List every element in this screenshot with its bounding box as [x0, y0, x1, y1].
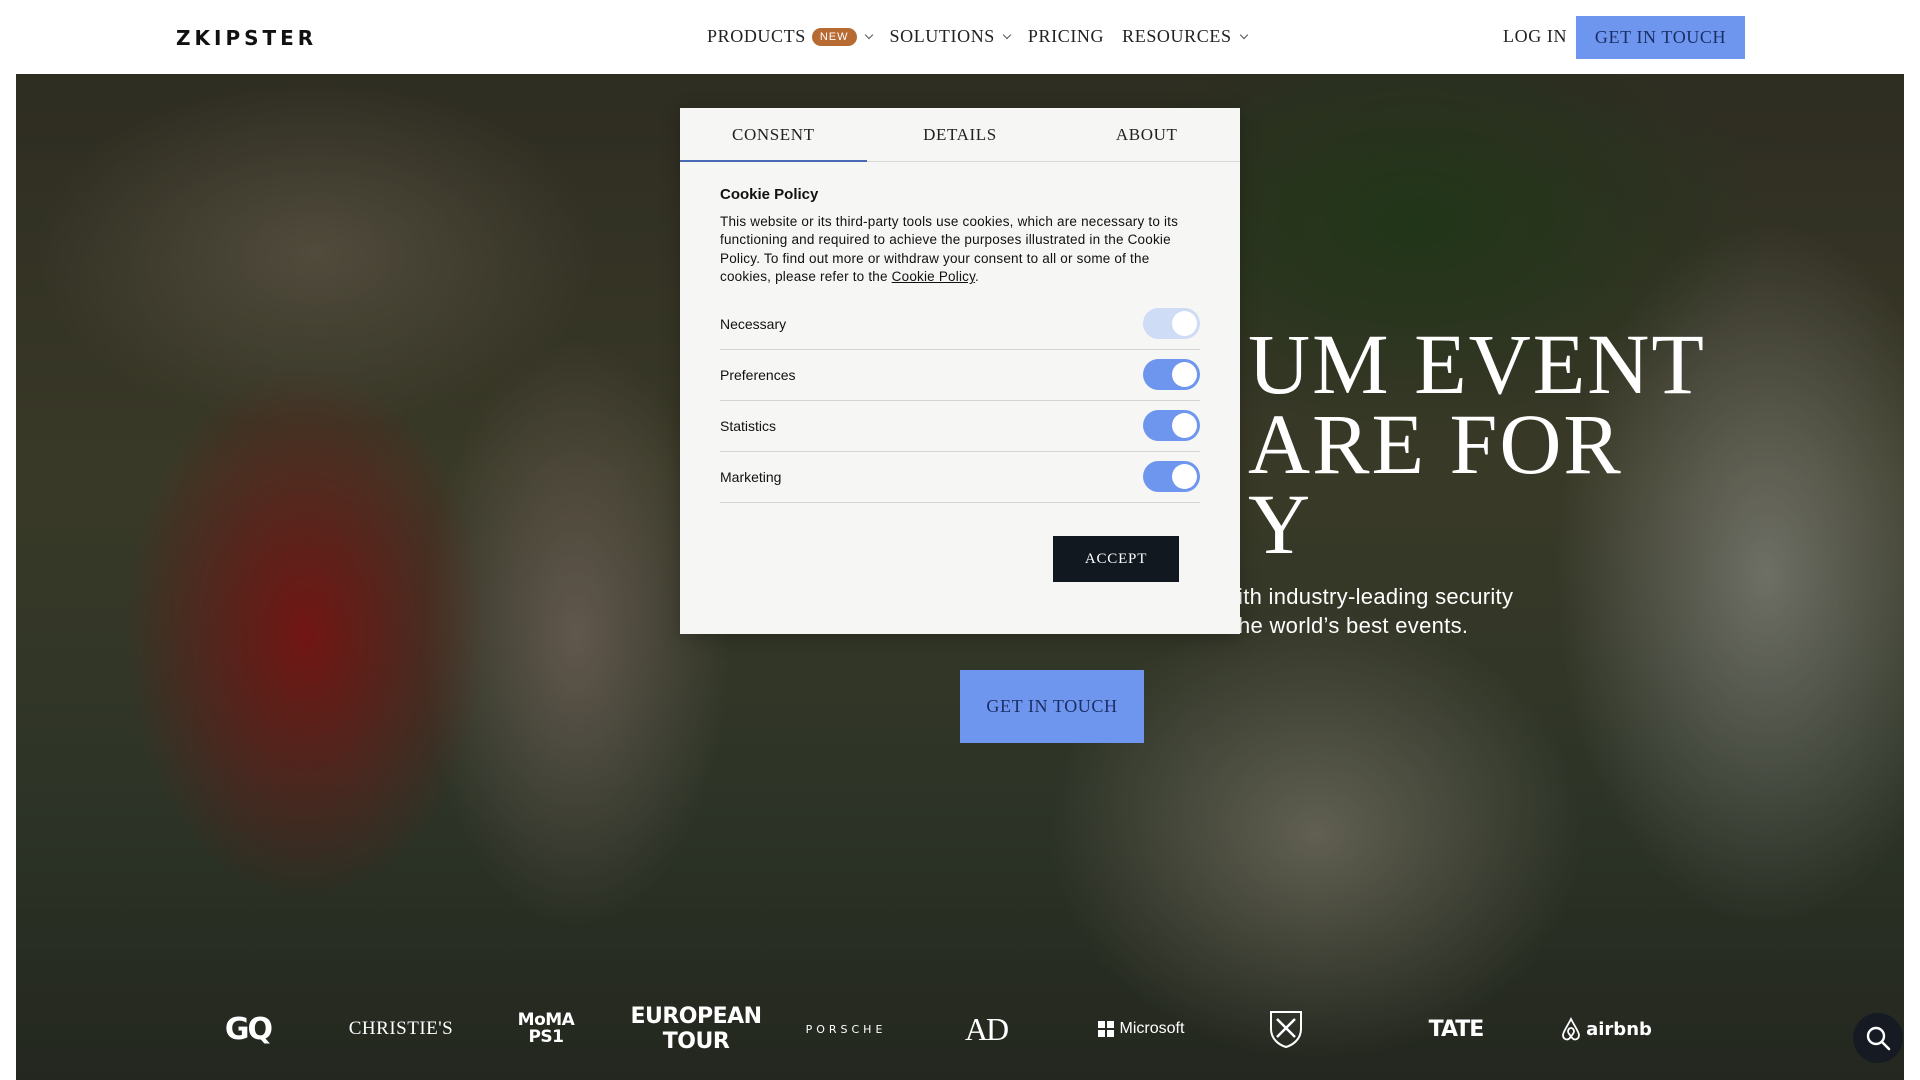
- nav-resources-label: RESOURCES: [1122, 26, 1232, 46]
- search-icon: [1866, 1026, 1891, 1051]
- headline-line: ARE FOR: [1248, 396, 1623, 492]
- christies-logo: CHRISTIE'S: [348, 1018, 454, 1039]
- toggle-label: Preferences: [720, 366, 796, 383]
- cookie-policy-end: .: [975, 269, 979, 285]
- dialog-body: Cookie Policy This website or its third-…: [680, 162, 1240, 503]
- toggle-label: Statistics: [720, 417, 777, 434]
- header-get-in-touch-button[interactable]: GET IN TOUCH: [1576, 16, 1745, 59]
- nav-pricing-label: PRICING: [1027, 26, 1105, 46]
- crest-icon: [1270, 1011, 1302, 1049]
- tab-about[interactable]: ABOUT: [1053, 108, 1240, 161]
- statistics-toggle[interactable]: [1143, 410, 1200, 442]
- cookie-consent-dialog: CONSENT DETAILS ABOUT Cookie Policy This…: [680, 108, 1240, 634]
- login-link[interactable]: LOG IN: [1503, 26, 1567, 47]
- hero-get-in-touch-button[interactable]: GET IN TOUCH: [960, 670, 1144, 743]
- gq-logo: GQ: [224, 1011, 273, 1047]
- toggle-row-statistics: Statistics: [720, 401, 1200, 452]
- toggle-label: Marketing: [720, 468, 782, 485]
- subline-line: he world’s best events.: [1238, 613, 1469, 638]
- site-header: ZKIPSTER PRODUCTS NEW SOLUTIONS PRICING …: [0, 0, 1920, 74]
- nav-solutions[interactable]: SOLUTIONS: [889, 26, 1012, 47]
- european-tour-logo: EUROPEAN TOUR: [630, 1004, 762, 1054]
- cookie-policy-title: Cookie Policy: [720, 186, 819, 203]
- toggle-row-preferences: Preferences: [720, 350, 1200, 401]
- toggle-row-marketing: Marketing: [720, 452, 1200, 503]
- porsche-logo: PORSCHE: [805, 1022, 887, 1036]
- cookie-policy-link[interactable]: Cookie Policy: [892, 269, 975, 284]
- airbnb-logo: airbnb: [1551, 989, 1661, 1069]
- crest-logo: [1256, 989, 1316, 1069]
- main-nav: PRODUCTS NEW SOLUTIONS PRICING RESOURCES: [707, 26, 1248, 47]
- accept-button[interactable]: ACCEPT: [1053, 536, 1179, 582]
- chevron-down-icon: [864, 30, 873, 39]
- necessary-toggle: [1143, 308, 1200, 340]
- cookie-policy-text: This website or its third-party tools us…: [720, 213, 1200, 287]
- toggle-row-necessary: Necessary: [720, 299, 1200, 350]
- marketing-toggle[interactable]: [1143, 461, 1200, 493]
- tab-consent[interactable]: CONSENT: [680, 108, 867, 162]
- moma-ps1-logo: MoMA PS1: [517, 1010, 575, 1047]
- tate-logo: TATE: [1428, 1016, 1485, 1042]
- microsoft-grid-icon: [1097, 1021, 1114, 1037]
- headline-line: Y: [1248, 476, 1313, 572]
- tab-details[interactable]: DETAILS: [867, 108, 1054, 161]
- preferences-toggle[interactable]: [1143, 359, 1200, 391]
- airbnb-wordmark: airbnb: [1586, 1018, 1652, 1040]
- toggle-label: Necessary: [720, 315, 787, 332]
- new-badge: NEW: [811, 27, 857, 46]
- microsoft-logo: Microsoft: [1086, 989, 1196, 1069]
- dialog-tabs: CONSENT DETAILS ABOUT: [680, 108, 1240, 162]
- chevron-down-icon: [1239, 30, 1248, 39]
- headline-line: UM EVENT: [1248, 316, 1706, 412]
- chevron-down-icon: [1002, 30, 1012, 39]
- subline-line: ith industry-leading security: [1238, 584, 1514, 609]
- site-logo[interactable]: ZKIPSTER: [176, 26, 317, 50]
- search-fab-button[interactable]: [1853, 1013, 1903, 1063]
- airbnb-icon: [1562, 1017, 1581, 1041]
- nav-products[interactable]: PRODUCTS NEW: [707, 26, 873, 47]
- brand-logo-strip: GQ CHRISTIE'S MoMA PS1 EUROPEAN TOUR POR…: [16, 989, 1904, 1069]
- microsoft-wordmark: Microsoft: [1119, 1020, 1185, 1037]
- nav-products-label: PRODUCTS: [707, 26, 806, 46]
- consent-toggles: Necessary Preferences Statistics Marketi…: [720, 299, 1200, 503]
- ad-logo: AD: [964, 1010, 1009, 1047]
- nav-resources[interactable]: RESOURCES: [1122, 26, 1248, 47]
- nav-pricing[interactable]: PRICING: [1028, 26, 1104, 47]
- nav-solutions-label: SOLUTIONS: [889, 26, 995, 46]
